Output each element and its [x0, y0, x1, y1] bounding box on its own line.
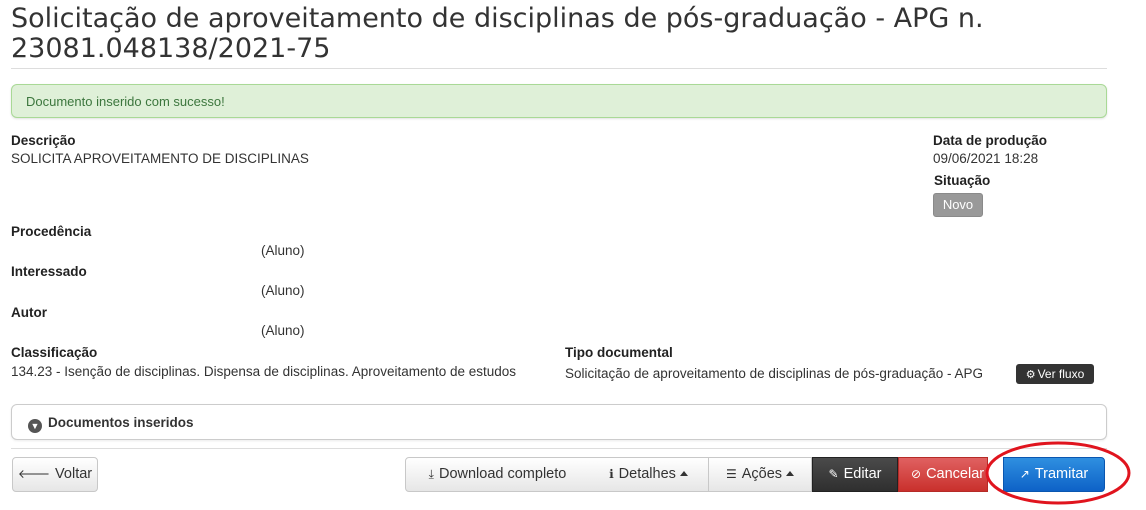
caret-up-icon	[786, 471, 795, 476]
cancelar-label: Cancelar	[926, 466, 985, 482]
success-alert-message: Documento inserido com sucesso!	[26, 94, 225, 109]
editar-label: Editar	[843, 466, 882, 482]
footer-divider	[11, 448, 1107, 449]
voltar-button[interactable]: 🡐 Voltar	[12, 457, 98, 492]
download-icon: ⤓	[428, 467, 434, 481]
documentos-inseridos-label: Documentos inseridos	[48, 415, 194, 430]
ban-icon: ⊘	[911, 467, 922, 481]
classificacao-label: Classificação	[11, 345, 98, 360]
tramitar-button[interactable]: ↗ Tramitar	[1003, 457, 1105, 492]
edit-icon: ✎	[828, 467, 839, 481]
detalhes-label: Detalhes	[618, 466, 676, 482]
tipo-documental-label: Tipo documental	[565, 345, 673, 360]
success-alert: Documento inserido com sucesso!	[11, 84, 1107, 118]
procedencia-label: Procedência	[11, 224, 92, 239]
data-producao-value: 09/06/2021 18:28	[933, 151, 1039, 166]
descricao-label: Descrição	[11, 133, 76, 148]
chevron-down-circle-icon: ▼	[28, 419, 42, 433]
status-badge: Novo	[933, 193, 983, 217]
interessado-label: Interessado	[11, 264, 87, 279]
voltar-label: Voltar	[55, 466, 93, 482]
page-title: Solicitação de aproveitamento de discipl…	[11, 4, 1111, 64]
classificacao-value: 134.23 - Isenção de disciplinas. Dispens…	[11, 364, 517, 379]
autor-label: Autor	[11, 305, 47, 320]
page-title-line2: 23081.048138/2021-75	[11, 33, 331, 64]
documentos-inseridos-panel[interactable]: ▼ Documentos inseridos	[11, 404, 1107, 440]
download-completo-button[interactable]: ⤓ Download completo	[405, 457, 590, 492]
info-icon: ℹ	[609, 467, 614, 481]
detalhes-dropdown-button[interactable]: ℹ Detalhes	[589, 457, 709, 492]
ver-fluxo-button[interactable]: ⚙ Ver fluxo	[1016, 364, 1094, 384]
cancelar-button[interactable]: ⊘ Cancelar	[898, 457, 988, 492]
editar-button[interactable]: ✎ Editar	[812, 457, 898, 492]
share-icon: ↗	[1019, 467, 1030, 481]
ver-fluxo-label: Ver fluxo	[1037, 367, 1085, 381]
interessado-value: (Aluno)	[261, 283, 305, 298]
title-divider	[11, 68, 1107, 69]
acoes-label: Ações	[741, 466, 783, 482]
data-producao-label: Data de produção	[933, 133, 1048, 148]
gears-icon: ⚙	[1025, 369, 1036, 381]
procedencia-value: (Aluno)	[261, 243, 305, 258]
download-label: Download completo	[438, 466, 567, 482]
acoes-dropdown-button[interactable]: ☰ Ações	[709, 457, 812, 492]
descricao-value: SOLICITA APROVEITAMENTO DE DISCIPLINAS	[11, 151, 309, 166]
arrow-left-icon: 🡐	[17, 467, 51, 481]
list-icon: ☰	[725, 467, 737, 481]
tipo-documental-value: Solicitação de aproveitamento de discipl…	[565, 366, 983, 381]
caret-up-icon	[679, 471, 688, 476]
situacao-label: Situação	[934, 173, 991, 188]
tramitar-label: Tramitar	[1034, 466, 1089, 482]
page-title-line1: Solicitação de aproveitamento de discipl…	[11, 3, 984, 34]
autor-value: (Aluno)	[261, 323, 305, 338]
